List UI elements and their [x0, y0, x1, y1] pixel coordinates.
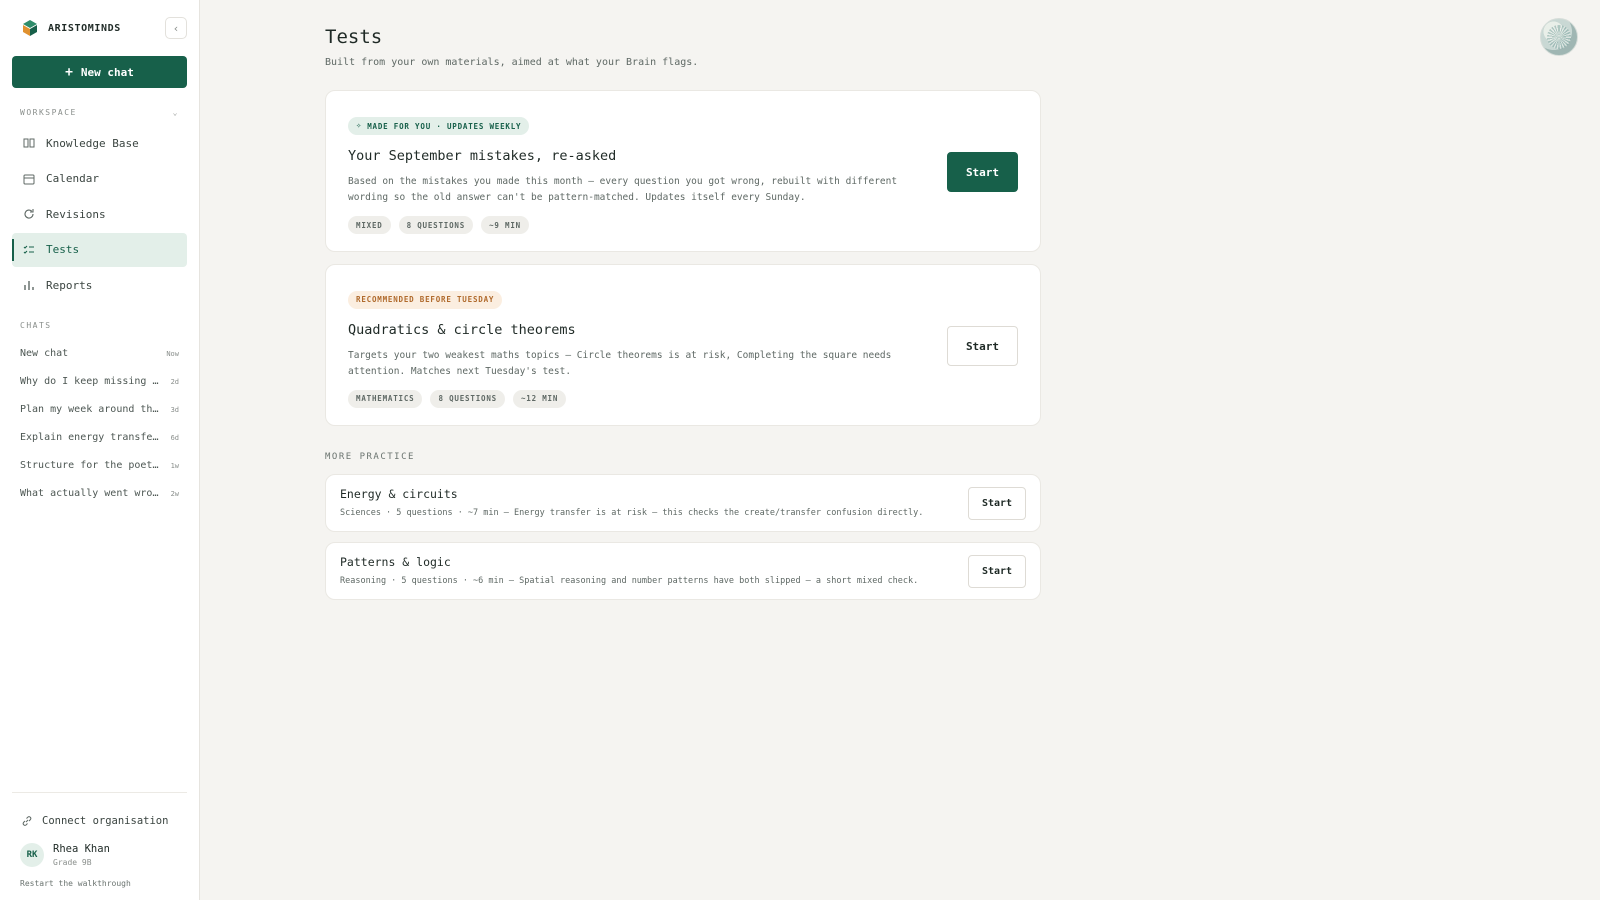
- sidebar-item-reports[interactable]: Reports: [12, 268, 187, 302]
- link-icon: [20, 814, 34, 828]
- chevron-left-icon: ‹: [172, 21, 180, 35]
- chat-list-item[interactable]: Plan my week around the… 3d: [12, 396, 187, 424]
- chats-label: CHATS: [20, 321, 52, 330]
- calendar-icon: [22, 172, 36, 186]
- page-subtitle: Built from your own materials, aimed at …: [325, 57, 699, 68]
- aristominds-logo-icon: [23, 20, 37, 36]
- user-name: Rhea Khan: [53, 843, 110, 855]
- chat-time: Now: [166, 349, 179, 358]
- sidebar-item-label: Calendar: [46, 172, 99, 185]
- chat-title: New chat: [20, 348, 69, 359]
- chat-list-item[interactable]: What actually went wron… 2w: [12, 480, 187, 508]
- chat-list-item[interactable]: Why do I keep missing c… 2d: [12, 368, 187, 396]
- chat-time: 2w: [170, 489, 179, 498]
- card-description-line: attention. Matches next Tuesday's test.: [348, 365, 572, 377]
- sidebar-footer: Connect organisation RK Rhea Khan Grade …: [12, 792, 187, 888]
- bar-chart-icon: [22, 278, 36, 292]
- sidebar-item-revisions[interactable]: Revisions: [12, 197, 187, 231]
- restart-walkthrough-link[interactable]: Restart the walkthrough: [12, 871, 187, 888]
- sparkle-icon: ✧: [356, 121, 363, 131]
- tag: MATHEMATICS: [348, 389, 423, 408]
- card-title: Quadratics & circle theorems: [348, 321, 576, 338]
- practice-description: Reasoning · 5 questions · ~6 min — Spati…: [340, 576, 919, 586]
- sidebar-item-label: Reports: [46, 278, 93, 292]
- checklist-icon: [22, 243, 36, 257]
- more-practice-label: MORE PRACTICE: [325, 452, 415, 462]
- start-button[interactable]: Start: [968, 555, 1026, 588]
- chat-title: Structure for the poetr…: [20, 460, 162, 471]
- chat-time: 6d: [170, 433, 179, 442]
- practice-description: Sciences · 5 questions · ~7 min — Energy…: [340, 508, 924, 518]
- start-button[interactable]: Start: [947, 326, 1018, 366]
- chat-title: Plan my week around the…: [20, 404, 162, 415]
- brand-name: ARISTOMINDS: [48, 22, 121, 34]
- start-button[interactable]: Start: [947, 152, 1018, 192]
- workspace-label: WORKSPACE: [20, 107, 77, 117]
- tag: 8 QUESTIONS: [398, 216, 474, 234]
- refresh-icon: [22, 207, 36, 221]
- chat-list-item[interactable]: New chat Now: [12, 340, 187, 368]
- card-description: Based on the mistakes you made this mont…: [348, 174, 908, 206]
- avatar: RK: [20, 843, 44, 867]
- user-grade: Grade 9B: [53, 858, 92, 867]
- main-content: Tests Built from your own materials, aim…: [200, 0, 1600, 900]
- practice-title: Patterns & logic: [340, 555, 451, 569]
- made-for-you-badge: ✧ MADE FOR YOU · UPDATES WEEKLY: [348, 117, 530, 135]
- brand: ARISTOMINDS ‹: [20, 16, 187, 40]
- tag-list: MIXED 8 QUESTIONS ~9 MIN: [348, 216, 1018, 234]
- card-description-line: Based on the mistakes you made this mont…: [348, 176, 898, 187]
- sidebar-item-tests[interactable]: Tests: [12, 232, 187, 267]
- featured-test-card: ✧ MADE FOR YOU · UPDATES WEEKLY Your Sep…: [325, 90, 1041, 252]
- chat-list: New chat Now Why do I keep missing c… 2d…: [12, 340, 187, 508]
- chat-title: Why do I keep missing c…: [20, 376, 162, 387]
- card-description-line: wording so the old answer can't be patte…: [348, 192, 806, 203]
- chat-time: 1w: [170, 461, 179, 470]
- chat-title: Explain energy transfer…: [20, 432, 162, 443]
- chat-list-item[interactable]: Structure for the poetr… 1w: [12, 452, 187, 480]
- sidebar: ARISTOMINDS ‹ + New chat WORKSPACE ⌄ Kno…: [0, 0, 200, 900]
- collapse-sidebar-button[interactable]: ‹: [165, 17, 187, 39]
- practice-card: Energy & circuits Sciences · 5 questions…: [325, 474, 1041, 532]
- chat-list-item[interactable]: Explain energy transfer… 6d: [12, 424, 187, 452]
- workspace-section-toggle[interactable]: WORKSPACE ⌄: [12, 104, 187, 120]
- card-description-line: Targets your two weakest maths topics — …: [348, 349, 892, 361]
- sidebar-item-knowledge-base[interactable]: Knowledge Base: [12, 126, 187, 160]
- connect-organisation-link[interactable]: Connect organisation: [12, 807, 187, 835]
- connect-organisation-label: Connect organisation: [42, 815, 169, 827]
- workspace-nav: Knowledge Base Calendar Revisions Tests …: [12, 126, 187, 304]
- sidebar-item-calendar[interactable]: Calendar: [12, 162, 187, 196]
- tag: MIXED: [348, 216, 391, 234]
- chats-section-label: CHATS: [12, 318, 187, 334]
- featured-test-card: RECOMMENDED BEFORE TUESDAY Quadratics & …: [325, 264, 1041, 426]
- sidebar-item-label: Revisions: [46, 207, 106, 221]
- chat-time: 2d: [170, 377, 179, 386]
- tag: 8 QUESTIONS: [430, 389, 505, 408]
- card-description: Targets your two weakest maths topics — …: [348, 348, 908, 380]
- tag: ~9 MIN: [481, 216, 529, 234]
- plus-icon: +: [65, 64, 73, 80]
- tag-list: MATHEMATICS 8 QUESTIONS ~12 MIN: [348, 389, 1018, 408]
- sidebar-item-label: Tests: [46, 243, 80, 256]
- card-title: Your September mistakes, re-asked: [348, 148, 617, 164]
- start-button[interactable]: Start: [968, 487, 1026, 520]
- practice-title: Energy & circuits: [340, 487, 458, 501]
- sidebar-item-label: Knowledge Base: [46, 136, 139, 150]
- profile-avatar-button[interactable]: [1540, 18, 1578, 56]
- tag: ~12 MIN: [512, 389, 567, 408]
- new-chat-label: New chat: [80, 65, 134, 79]
- badge-label: MADE FOR YOU · UPDATES WEEKLY: [367, 121, 522, 131]
- new-chat-button[interactable]: + New chat: [12, 56, 187, 88]
- chat-time: 3d: [170, 405, 179, 414]
- page-title: Tests: [325, 26, 383, 48]
- badge-label: RECOMMENDED BEFORE TUESDAY: [356, 295, 495, 304]
- recommended-badge: RECOMMENDED BEFORE TUESDAY: [348, 290, 503, 309]
- chat-title: What actually went wron…: [20, 488, 162, 499]
- practice-card: Patterns & logic Reasoning · 5 questions…: [325, 542, 1041, 600]
- book-icon: [22, 136, 36, 150]
- chevron-down-icon: ⌄: [172, 107, 179, 117]
- user-profile[interactable]: RK Rhea Khan Grade 9B: [12, 835, 187, 871]
